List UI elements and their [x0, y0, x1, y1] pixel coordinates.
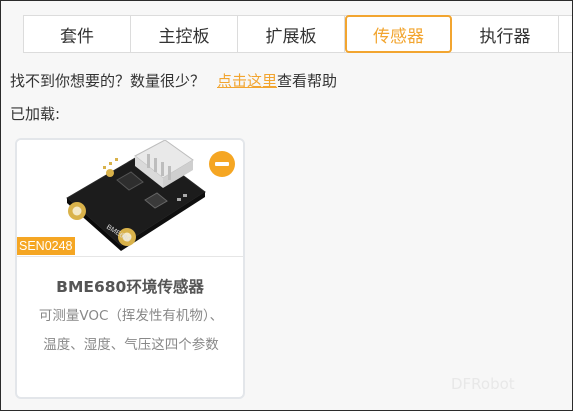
sensor-library-panel: 套件 主控板 扩展板 传感器 执行器 找不到你想要的？数量很少？ 点击这里查看帮助…: [0, 0, 573, 411]
product-description: 可测量VOC（挥发性有机物）、温度、湿度、气压这四个参数: [38, 308, 224, 353]
tab-actuators[interactable]: 执行器: [452, 16, 559, 52]
loaded-label: 已加载:: [10, 105, 61, 123]
minus-circle-icon[interactable]: [209, 151, 235, 177]
tab-kits[interactable]: 套件: [24, 16, 131, 52]
tab-expansion-boards[interactable]: 扩展板: [238, 16, 345, 52]
tab-main-boards[interactable]: 主控板: [131, 16, 238, 52]
product-title: BME680环境传感器: [56, 278, 204, 296]
help-text: 找不到你想要的？数量很少？: [10, 72, 206, 90]
category-tabs: 套件 主控板 扩展板 传感器 执行器: [23, 15, 572, 53]
watermark: DFRobot: [451, 375, 515, 393]
help-link[interactable]: 点击这里: [217, 72, 277, 90]
tab-sensors[interactable]: 传感器: [345, 15, 452, 53]
help-line: 找不到你想要的？数量很少？ 点击这里查看帮助: [10, 70, 337, 91]
help-suffix: 查看帮助: [277, 72, 338, 90]
sku-badge: SEN0248: [17, 237, 75, 255]
product-image: BME680 SEN0248: [17, 140, 243, 257]
product-card[interactable]: BME680 SEN0248 BME680环境传感器 可测量VOC（挥发性有机物…: [15, 138, 245, 399]
